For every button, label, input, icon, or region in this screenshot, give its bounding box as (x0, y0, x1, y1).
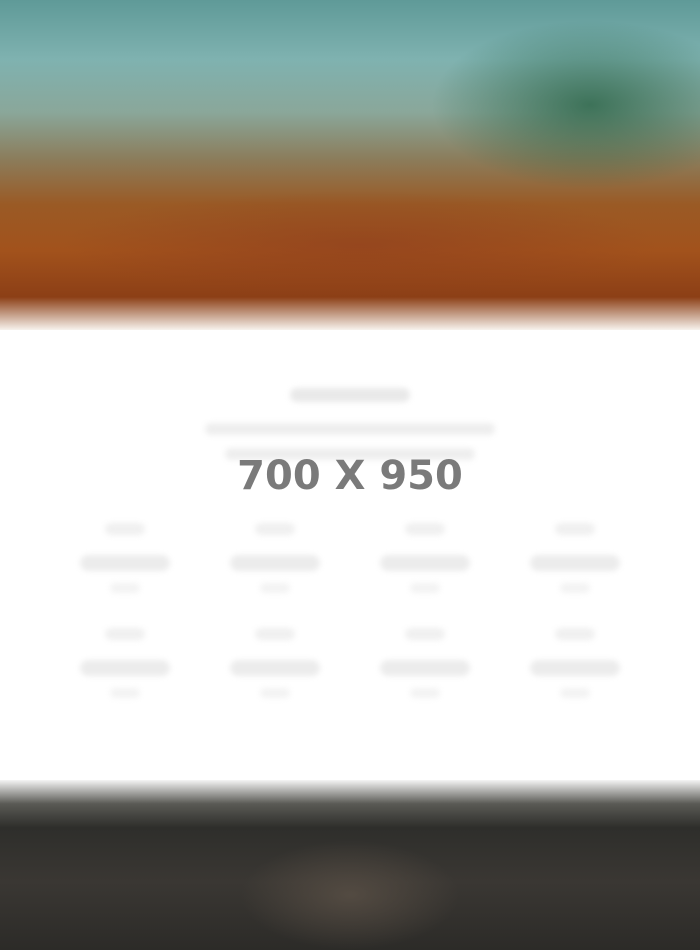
hero-image (0, 0, 700, 330)
section-title-blurred (290, 388, 410, 402)
grid-item (365, 515, 485, 595)
placeholder-page: 700 X 950 (0, 0, 700, 950)
grid-item-caption-blurred (110, 583, 140, 593)
grid-item (515, 620, 635, 700)
grid-item-icon-blurred (255, 523, 295, 535)
footer-image (0, 780, 700, 950)
grid-item-title-blurred (230, 660, 320, 676)
grid-item-icon-blurred (105, 523, 145, 535)
grid-item-caption-blurred (410, 583, 440, 593)
grid-item-icon-blurred (405, 523, 445, 535)
grid-item-title-blurred (230, 555, 320, 571)
grid-item-icon-blurred (555, 628, 595, 640)
grid-item-caption-blurred (260, 688, 290, 698)
feature-grid (55, 515, 645, 715)
grid-item-icon-blurred (105, 628, 145, 640)
grid-item-caption-blurred (560, 583, 590, 593)
grid-item-title-blurred (380, 555, 470, 571)
section-subtitle-blurred (205, 423, 495, 435)
grid-item-icon-blurred (405, 628, 445, 640)
grid-item (65, 620, 185, 700)
grid-item-caption-blurred (560, 688, 590, 698)
grid-item (215, 515, 335, 595)
grid-item (515, 515, 635, 595)
grid-item-title-blurred (80, 660, 170, 676)
grid-item-title-blurred (380, 660, 470, 676)
grid-item-title-blurred (80, 555, 170, 571)
placeholder-dimensions-label: 700 X 950 (237, 453, 463, 499)
grid-item-title-blurred (530, 660, 620, 676)
grid-item-caption-blurred (260, 583, 290, 593)
grid-item-icon-blurred (255, 628, 295, 640)
content-section: 700 X 950 (0, 330, 700, 780)
grid-item-icon-blurred (555, 523, 595, 535)
grid-item (215, 620, 335, 700)
grid-item-caption-blurred (110, 688, 140, 698)
grid-item-caption-blurred (410, 688, 440, 698)
grid-item (365, 620, 485, 700)
grid-item (65, 515, 185, 595)
grid-item-title-blurred (530, 555, 620, 571)
